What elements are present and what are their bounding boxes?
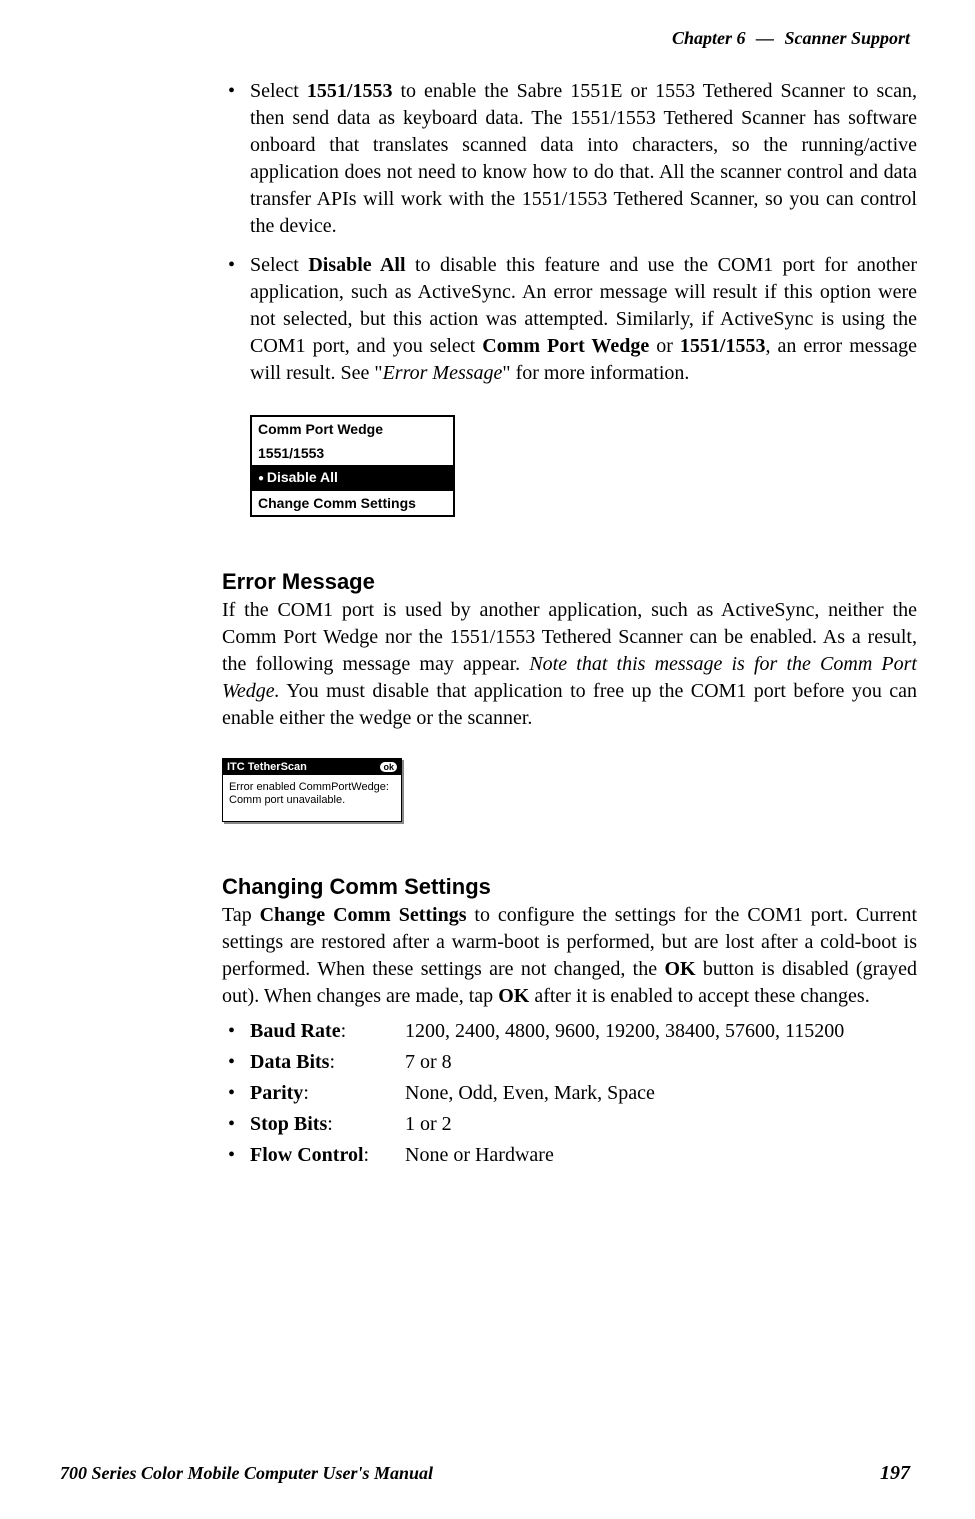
colon: : (327, 1113, 333, 1135)
label-text: Flow Control (250, 1144, 364, 1166)
error-message-heading: Error Message (222, 569, 917, 595)
setting-value: 1 or 2 (405, 1109, 917, 1140)
error-dialog-screenshot: ITC TetherScan ok Error enabled CommPort… (222, 758, 402, 822)
colon: : (303, 1082, 309, 1104)
bold-ok-2: OK (498, 985, 529, 1007)
chapter-title: Scanner Support (784, 28, 910, 48)
dialog-body: Error enabled CommPortWedge: Comm port u… (223, 775, 401, 821)
italic-error-message: Error Message (383, 362, 503, 384)
bold-change-comm: Change Comm Settings (260, 904, 467, 926)
bold-1551: 1551/1553 (307, 80, 393, 102)
setting-label: Parity: (250, 1078, 405, 1109)
setting-value: None or Hardware (405, 1140, 917, 1171)
text: or (649, 335, 680, 357)
changing-comm-heading: Changing Comm Settings (222, 874, 917, 900)
bold-1551-2: 1551/1553 (680, 335, 766, 357)
colon: : (364, 1144, 370, 1166)
menu-item-change-comm: Change Comm Settings (252, 491, 453, 515)
text: Tap (222, 904, 260, 926)
bullet-1551: Select 1551/1553 to enable the Sabre 155… (222, 78, 917, 240)
setting-stop-bits: Stop Bits: 1 or 2 (222, 1109, 917, 1140)
menu-item-comm-port-wedge: Comm Port Wedge (252, 417, 453, 441)
intro-bullets: Select 1551/1553 to enable the Sabre 155… (222, 78, 917, 387)
label-text: Parity (250, 1082, 303, 1104)
setting-value: None, Odd, Even, Mark, Space (405, 1078, 917, 1109)
setting-label: Flow Control: (250, 1140, 405, 1171)
text: after it is enabled to accept these chan… (529, 985, 869, 1007)
dialog-titlebar: ITC TetherScan ok (223, 759, 401, 775)
bold-comm-port-wedge: Comm Port Wedge (482, 335, 649, 357)
text: Select (250, 80, 307, 102)
setting-label: Baud Rate: (250, 1016, 405, 1047)
setting-label: Stop Bits: (250, 1109, 405, 1140)
bold-disable-all: Disable All (308, 254, 405, 276)
setting-value: 7 or 8 (405, 1047, 917, 1078)
menu-item-1551: 1551/1553 (252, 441, 453, 465)
menu-screenshot: Comm Port Wedge 1551/1553 Disable All Ch… (250, 415, 455, 517)
footer-page-number: 197 (880, 1462, 910, 1485)
settings-list: Baud Rate: 1200, 2400, 4800, 9600, 19200… (222, 1016, 917, 1171)
dialog-ok-button: ok (380, 762, 397, 772)
text: " for more information. (502, 362, 689, 384)
changing-comm-paragraph: Tap Change Comm Settings to configure th… (222, 902, 917, 1010)
text: You must disable that application to fre… (222, 680, 917, 729)
menu-item-disable-all: Disable All (252, 465, 453, 489)
setting-label: Data Bits: (250, 1047, 405, 1078)
bullet-disable-all: Select Disable All to disable this featu… (222, 252, 917, 387)
setting-parity: Parity: None, Odd, Even, Mark, Space (222, 1078, 917, 1109)
label-text: Stop Bits (250, 1113, 327, 1135)
setting-flow-control: Flow Control: None or Hardware (222, 1140, 917, 1171)
bold-ok-1: OK (664, 958, 695, 980)
footer-manual-title: 700 Series Color Mobile Computer User's … (60, 1463, 433, 1484)
colon: : (329, 1051, 335, 1073)
page-header: Chapter 6 — Scanner Support (672, 28, 910, 49)
label-text: Data Bits (250, 1051, 329, 1073)
label-text: Baud Rate (250, 1020, 341, 1042)
setting-data-bits: Data Bits: 7 or 8 (222, 1047, 917, 1078)
page-footer: 700 Series Color Mobile Computer User's … (60, 1462, 910, 1485)
header-dash: — (756, 28, 774, 48)
chapter-label: Chapter 6 (672, 28, 746, 48)
error-message-paragraph: If the COM1 port is used by another appl… (222, 597, 917, 732)
colon: : (341, 1020, 347, 1042)
text: to enable the Sabre 1551E or 1553 Tether… (250, 80, 917, 237)
setting-value: 1200, 2400, 4800, 9600, 19200, 38400, 57… (405, 1016, 917, 1047)
dialog-title: ITC TetherScan (227, 761, 307, 773)
main-content: Select 1551/1553 to enable the Sabre 155… (222, 78, 917, 1171)
text: Select (250, 254, 308, 276)
setting-baud-rate: Baud Rate: 1200, 2400, 4800, 9600, 19200… (222, 1016, 917, 1047)
